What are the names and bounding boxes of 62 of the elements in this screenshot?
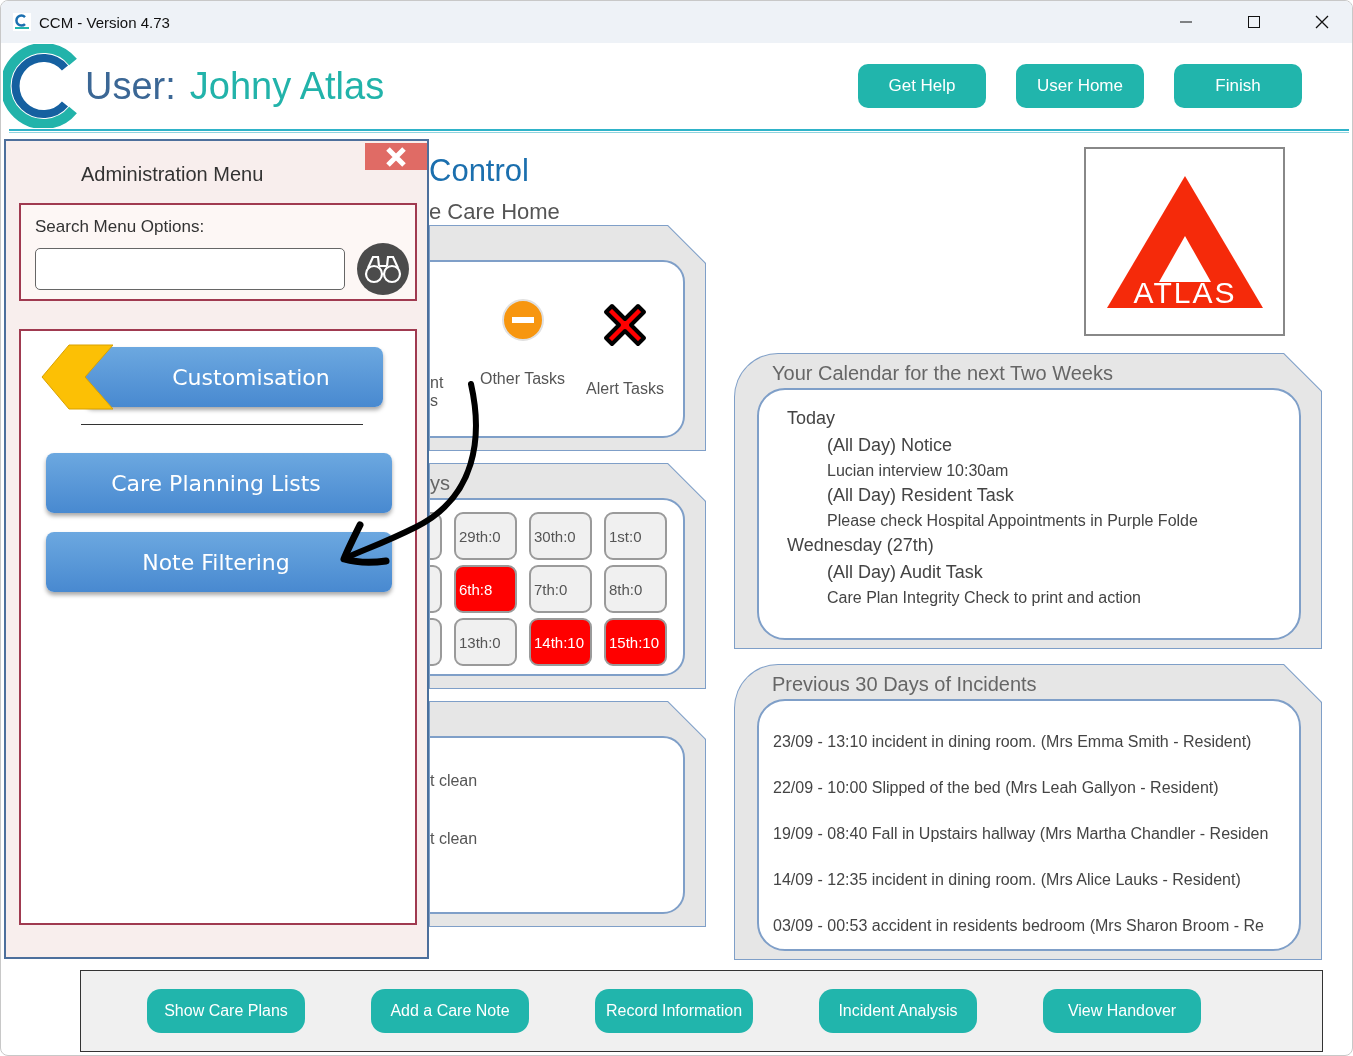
action-button[interactable]: Record Information [595, 989, 753, 1033]
page-title: Control [429, 153, 530, 190]
task-label: nt s [430, 374, 444, 410]
date-cell[interactable]: 15th:10 [604, 618, 667, 666]
incident-entry: 23/09 - 13:10 incident in dining room. (Mrs Emma Smith - Resident) [772, 733, 1253, 752]
logo-icon [3, 44, 79, 128]
date-cell[interactable]: 13th:0 [454, 618, 517, 666]
task-label: Alert Tasks [586, 380, 664, 398]
date-cell[interactable] [430, 565, 442, 613]
search-label: Search Menu Options: [35, 217, 206, 238]
close-icon [385, 145, 407, 168]
calendar-entry: Please check Hospital Appointments in Purple Folde [826, 512, 1199, 531]
header-button[interactable]: Finish [1174, 64, 1302, 108]
incident-entry: 14/09 - 12:35 incident in dining room. (Mrs Alice Lauks - Resident) [772, 871, 1242, 890]
cleaning-text: t clean [430, 830, 479, 849]
date-cell[interactable]: 14th:10 [529, 618, 592, 666]
app-icon [13, 13, 31, 31]
menu-button[interactable]: Customisation [85, 347, 383, 407]
minus-circle-icon [500, 298, 545, 342]
calendar-entry: (All Day) Notice [826, 435, 954, 457]
panel-heading: Previous 30 Days of Incidents [771, 672, 1038, 697]
header-button[interactable]: Get Help [858, 64, 986, 108]
date-cell[interactable]: 6th:8 [454, 565, 517, 613]
action-button[interactable]: Incident Analysis [819, 989, 977, 1033]
calendar-entry: Wednesday (27th) [786, 535, 935, 557]
menu-button[interactable]: Note Filtering [46, 532, 392, 592]
date-cell[interactable]: 8th:0 [604, 565, 667, 613]
company-logo: ATLAS [1084, 147, 1285, 336]
home-name: e Care Home [429, 199, 561, 226]
menu-title: Administration Menu [81, 163, 265, 187]
user-label: User: [85, 64, 176, 108]
close-button[interactable] [365, 143, 427, 170]
date-cell[interactable] [430, 618, 442, 666]
search-button[interactable] [357, 243, 409, 295]
date-cell[interactable]: 29th:0 [454, 512, 517, 560]
incident-entry: 19/09 - 08:40 Fall in Upstairs hallway (Mrs Martha Chandler - Residen [772, 825, 1270, 844]
calendar-entry: Today [786, 408, 837, 430]
panel-heading: ys [430, 471, 451, 496]
incident-entry: 03/09 - 00:53 accident in residents bedroom (Mrs Sharon Broom - Re [772, 917, 1265, 936]
maximize-icon [1247, 15, 1261, 29]
user-name: Johny Atlas [189, 64, 386, 108]
action-button[interactable]: Show Care Plans [147, 989, 305, 1033]
binoculars-icon [364, 254, 403, 284]
incident-entry: 22/09 - 10:00 Slipped of the bed (Mrs Leah Gallyon - Resident) [772, 779, 1220, 798]
window-title: CCM - Version 4.73 [39, 13, 171, 31]
panel-heading: Your Calendar for the next Two Weeks [771, 361, 1114, 386]
action-button[interactable]: Add a Care Note [371, 989, 529, 1033]
calendar-entry: Lucian interview 10:30am [826, 462, 1010, 481]
header-button[interactable]: User Home [1016, 64, 1144, 108]
search-field[interactable] [35, 248, 346, 290]
date-cell[interactable]: 1st:0 [604, 512, 667, 560]
task-label: Other Tasks [479, 370, 566, 388]
calendar-entry: (All Day) Audit Task [826, 562, 984, 584]
date-cell[interactable]: 7th:0 [529, 565, 592, 613]
menu-button[interactable]: Care Planning Lists [46, 453, 392, 513]
calendar-entry: Care Plan Integrity Check to print and action [826, 589, 1142, 608]
date-cell[interactable]: 30th:0 [529, 512, 592, 560]
calendar-entry: (All Day) Resident Task [826, 485, 1015, 507]
close-icon [1315, 15, 1329, 29]
back-chevron-icon[interactable] [41, 344, 113, 410]
action-button[interactable]: View Handover [1043, 989, 1201, 1033]
cleaning-text: t clean [430, 771, 479, 791]
